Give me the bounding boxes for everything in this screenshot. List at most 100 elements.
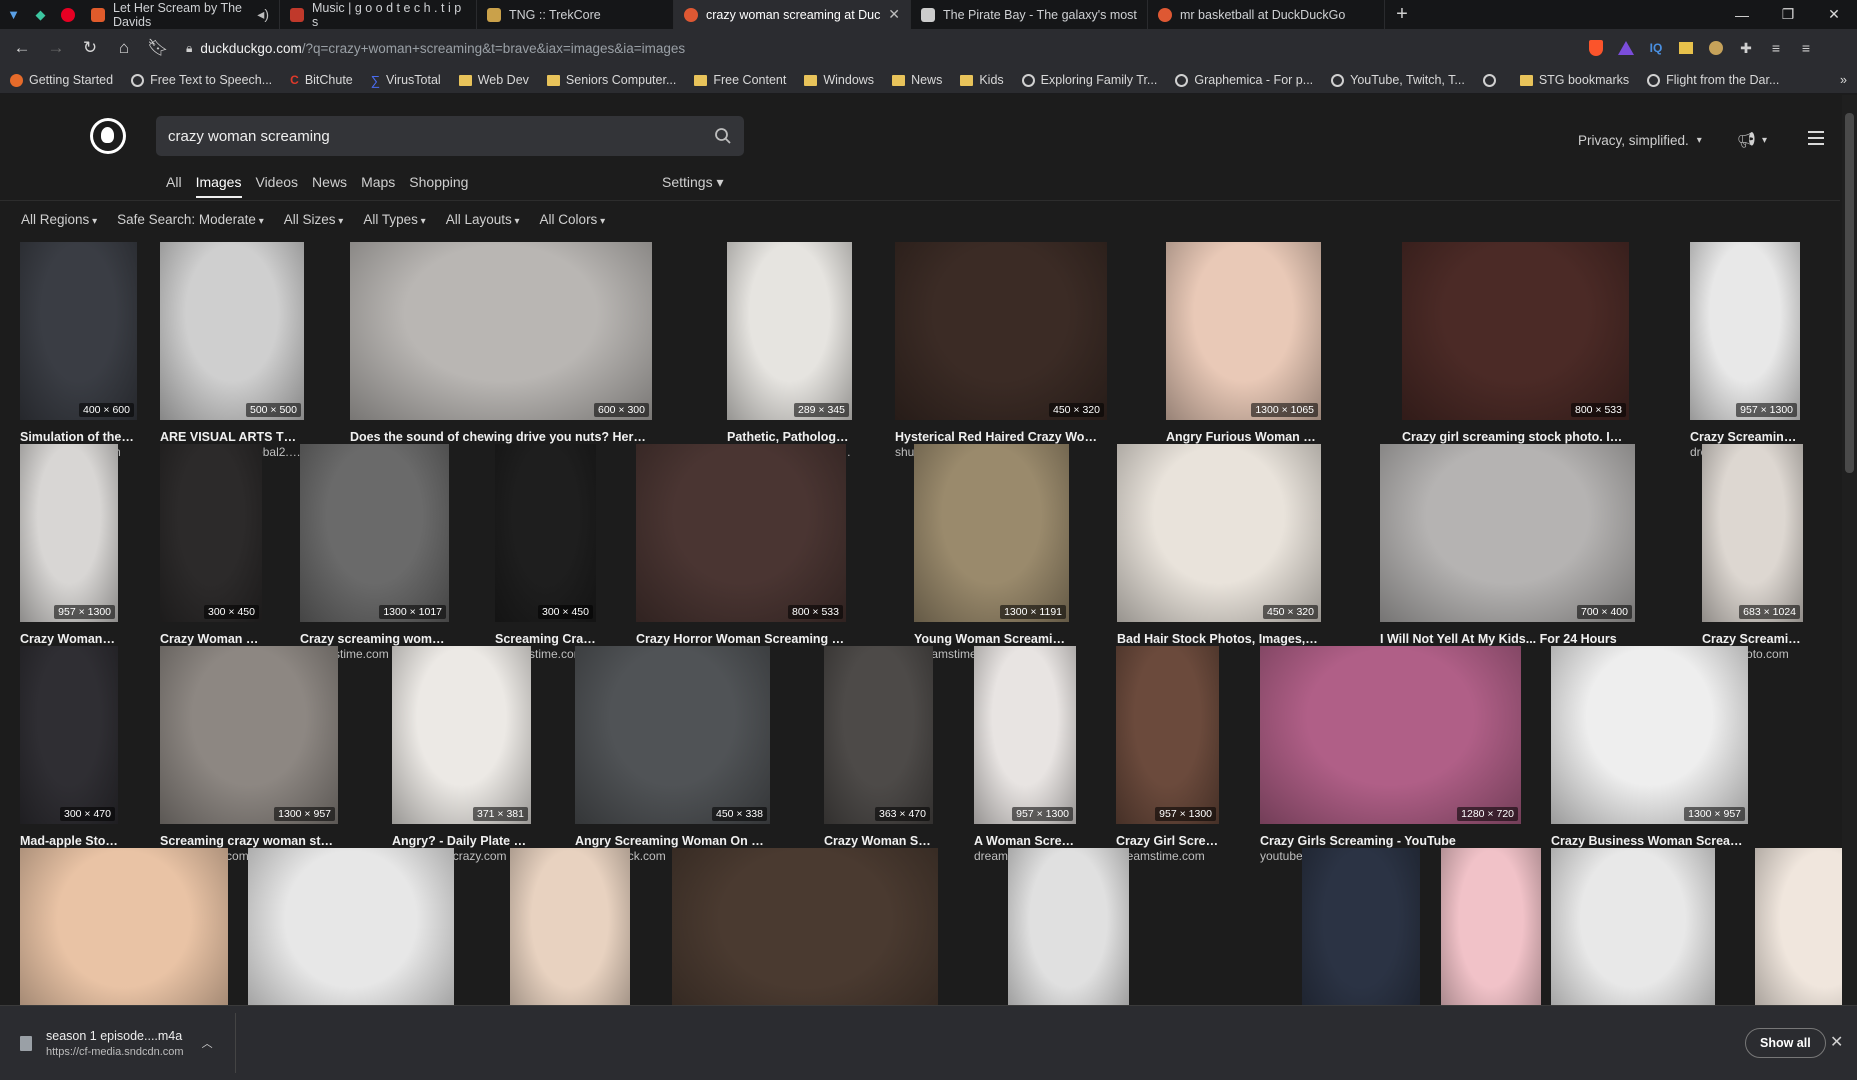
playlist-icon[interactable]: ≡ (1764, 36, 1788, 60)
menu-icon[interactable]: ≡ (1794, 36, 1818, 60)
image-result[interactable]: 289 × 345Pathetic, Pathological L...kraz… (727, 242, 852, 472)
image-result[interactable]: 1300 × 957 Screaming crazy woman stock im… (160, 646, 338, 876)
image-thumbnail[interactable]: 957 × 1300 (974, 646, 1076, 824)
filter-dropdown[interactable]: All Regions (21, 212, 97, 227)
image-thumbnail[interactable]: 1300 × 1065 (1166, 242, 1321, 420)
image-title[interactable]: Crazy Screaming Bu... (1690, 430, 1800, 444)
image-result[interactable]: 800 × 533 Crazy girl screaming stock phot… (1402, 242, 1629, 472)
nav-link-videos[interactable]: Videos (255, 174, 298, 190)
image-thumbnail[interactable]: 1300 × 1017 (300, 444, 449, 622)
page-scrollbar[interactable] (1842, 95, 1857, 1005)
image-result[interactable] (510, 848, 630, 1005)
image-result[interactable]: 957 × 1300Crazy Woman Scr...dreamstime.c… (20, 444, 118, 674)
image-result[interactable]: 957 × 1300A Woman Screami...dreamstime.c… (974, 646, 1076, 876)
image-thumbnail[interactable]: 300 × 470 (20, 646, 118, 824)
image-title[interactable]: Crazy Woman Scr... (20, 632, 118, 646)
settings-dropdown[interactable]: Settings ▾ (662, 174, 724, 191)
image-thumbnail[interactable]: 800 × 533 (636, 444, 846, 622)
image-title[interactable]: Crazy Horror Woman Screaming Stock Ph... (636, 632, 846, 646)
forward-button[interactable]: → (42, 34, 70, 62)
bookmark-item[interactable]: Getting Started (10, 73, 113, 87)
image-thumbnail[interactable] (1441, 848, 1541, 1005)
image-result[interactable]: 371 × 381Angry? - Daily Plate of Cra...d… (392, 646, 531, 876)
image-thumbnail[interactable]: 1300 × 957 (160, 646, 338, 824)
duckduckgo-logo[interactable] (90, 118, 126, 154)
image-result[interactable] (248, 848, 454, 1005)
image-thumbnail[interactable]: 600 × 300 (350, 242, 652, 420)
image-thumbnail[interactable]: 289 × 345 (727, 242, 852, 420)
image-result[interactable]: 400 × 600Simulation of the c...depositph… (20, 242, 137, 472)
pinned-tab-2[interactable]: ◆ (27, 0, 54, 29)
image-result[interactable]: 363 × 470Crazy Woman Stock...shutterstoc… (824, 646, 933, 876)
image-title[interactable]: Angry? - Daily Plate of Cra... (392, 834, 531, 848)
image-thumbnail[interactable]: 363 × 470 (824, 646, 933, 824)
pinned-tab-1[interactable]: ▼ (0, 0, 27, 29)
image-title[interactable]: Crazy screaming woman sto... (300, 632, 449, 646)
image-thumbnail[interactable] (672, 848, 938, 1005)
bookmark-item[interactable] (1482, 73, 1502, 87)
bookmark-item[interactable]: Web Dev (458, 73, 529, 87)
bookmark-item[interactable]: STG bookmarks (1519, 73, 1629, 87)
image-title[interactable]: Does the sound of chewing drive you nuts… (350, 430, 652, 444)
image-title[interactable]: Crazy Girls Screaming - YouTube (1260, 834, 1521, 848)
image-title[interactable]: ARE VISUAL ARTS TEACH... (160, 430, 304, 444)
filter-dropdown[interactable]: All Layouts (446, 212, 520, 227)
image-thumbnail[interactable]: 300 × 450 (160, 444, 262, 622)
tab-0[interactable]: Let Her Scream by The Davids ◂) (81, 0, 280, 29)
restore-icon[interactable]: ❐ (1765, 0, 1811, 29)
image-thumbnail[interactable]: 1280 × 720 (1260, 646, 1521, 824)
window-close-icon[interactable]: ✕ (1811, 0, 1857, 29)
image-title[interactable]: Bad Hair Stock Photos, Images, & Pictu..… (1117, 632, 1321, 646)
bookmark-item[interactable]: Exploring Family Tr... (1021, 73, 1157, 87)
brave-rewards-icon[interactable] (1614, 36, 1638, 60)
image-title[interactable]: Simulation of the c... (20, 430, 137, 444)
image-thumbnail[interactable] (1008, 848, 1129, 1005)
image-result[interactable]: 1300 × 1065 Angry Furious Woman Screaming… (1166, 242, 1321, 472)
image-title[interactable]: Angry Screaming Woman On Chalkb... (575, 834, 770, 848)
bookmark-item[interactable]: News (892, 73, 942, 87)
image-result[interactable]: 957 × 1300Crazy Screaming Bu...dreamstim… (1690, 242, 1800, 472)
image-thumbnail[interactable] (1551, 848, 1715, 1005)
image-result[interactable] (20, 848, 228, 1005)
bookmark-item[interactable]: Free Content (694, 73, 786, 87)
image-thumbnail[interactable] (1302, 848, 1420, 1005)
image-thumbnail[interactable]: 683 × 1024 (1702, 444, 1803, 622)
image-result[interactable]: 957 × 1300Crazy Girl Screami...dreamstim… (1116, 646, 1219, 876)
image-result[interactable] (672, 848, 938, 1005)
tab-1[interactable]: Music | g o o d t e c h . t i p s (280, 0, 477, 29)
scrollbar-thumb[interactable] (1845, 113, 1854, 473)
new-tab-button[interactable]: + (1385, 0, 1419, 29)
image-result[interactable]: 300 × 450Crazy Woman Scr...dreamstime.co… (160, 444, 262, 674)
filter-dropdown[interactable]: Safe Search: Moderate (117, 212, 264, 227)
image-title[interactable]: Hysterical Red Haired Crazy Woman Scre..… (895, 430, 1107, 444)
filter-dropdown[interactable]: All Sizes (284, 212, 344, 227)
image-result[interactable] (1551, 848, 1715, 1005)
image-thumbnail[interactable]: 450 × 338 (575, 646, 770, 824)
home-button[interactable]: ⌂ (110, 34, 138, 62)
image-thumbnail[interactable]: 300 × 450 (495, 444, 596, 622)
bookmark-item[interactable]: Flight from the Dar... (1647, 73, 1779, 87)
back-button[interactable]: ← (8, 34, 36, 62)
image-result[interactable]: 1300 × 1191Young Woman Screaming Ro...dr… (914, 444, 1069, 674)
bookmark-item[interactable]: Seniors Computer... (546, 73, 676, 87)
image-result[interactable]: 1280 × 720 Crazy Girls Screaming - YouTub… (1260, 646, 1521, 876)
image-result[interactable]: 1300 × 957 Crazy Business Woman Screaming… (1551, 646, 1748, 876)
bookmark-item[interactable]: Windows (804, 73, 874, 87)
address-bar[interactable]: 🔒︎ duckduckgo.com/?q=crazy+woman+screami… (178, 34, 1578, 62)
tab-4[interactable]: The Pirate Bay - The galaxy's most resi (911, 0, 1148, 29)
image-thumbnail[interactable] (248, 848, 454, 1005)
image-thumbnail[interactable] (20, 848, 228, 1005)
image-thumbnail[interactable]: 1300 × 1191 (914, 444, 1069, 622)
announcements-button[interactable]: 📢︎ ▾ (1737, 131, 1767, 149)
close-icon[interactable]: ✕ (888, 6, 900, 23)
image-title[interactable]: I Will Not Yell At My Kids... For 24 Hou… (1380, 632, 1635, 646)
image-title[interactable]: Crazy Woman Stock... (824, 834, 933, 848)
image-thumbnail[interactable] (510, 848, 630, 1005)
tab-2[interactable]: TNG :: TrekCore (477, 0, 674, 29)
image-result[interactable]: 683 × 1024Crazy Screaming ...istockphoto… (1702, 444, 1803, 674)
filter-dropdown[interactable]: All Colors (540, 212, 606, 227)
bookmark-item[interactable]: Graphemica - For p... (1175, 73, 1313, 87)
image-result[interactable]: 300 × 450Screaming Crazy ...dreamstime.c… (495, 444, 596, 674)
image-title[interactable]: Screaming crazy woman stock im... (160, 834, 338, 848)
search-input[interactable] (168, 127, 714, 145)
